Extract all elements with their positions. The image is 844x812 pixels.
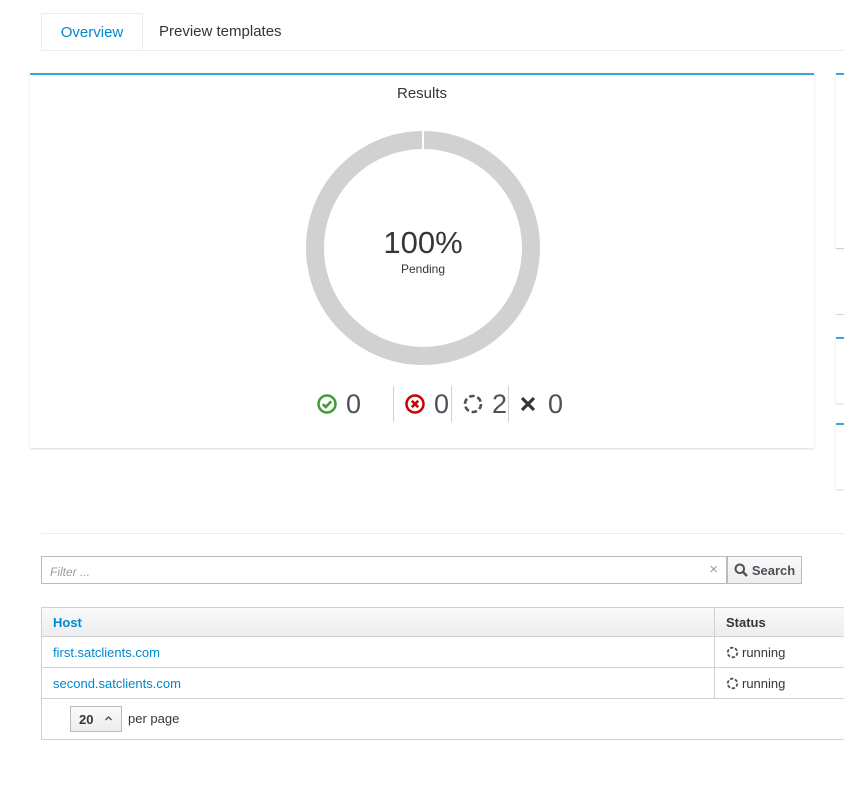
table-row: second.satclients.com running: [42, 668, 844, 699]
host-cell: first.satclients.com: [42, 637, 715, 667]
section-divider: [41, 533, 844, 534]
status-cell: running: [715, 637, 844, 667]
pagination-bar: 20 per page: [42, 699, 844, 740]
ok-circle-icon: [317, 394, 337, 414]
table-header: Host Status: [42, 607, 844, 637]
side-card: [836, 73, 844, 248]
status-text: running: [742, 675, 786, 691]
spinner-icon: [726, 646, 739, 658]
tab-preview-templates[interactable]: Preview templates: [143, 13, 298, 50]
search-button-label: Search: [751, 562, 796, 578]
clear-filter-icon[interactable]: ×: [709, 561, 718, 578]
spinner-icon: [463, 394, 483, 414]
filter-input[interactable]: [48, 562, 692, 582]
host-link[interactable]: first.satclients.com: [53, 645, 160, 660]
hosts-table: Host Status first.satclients.com running…: [41, 607, 844, 740]
filter-box: ×: [41, 556, 727, 584]
tab-bar: Overview Preview templates: [41, 13, 844, 51]
status-cell: running: [715, 668, 844, 698]
cancelled-count[interactable]: 0: [519, 386, 563, 422]
count-divider: [393, 386, 394, 422]
spinner-icon: [726, 677, 739, 689]
host-cell: second.satclients.com: [42, 668, 715, 698]
status-indicator: running: [726, 645, 785, 660]
status-text: running: [742, 644, 786, 660]
column-header-status: Status: [726, 614, 766, 630]
side-divider: [836, 248, 844, 249]
donut-percent: 100%: [383, 225, 463, 260]
pending-count-value: 2: [492, 388, 508, 419]
success-count[interactable]: 0: [316, 386, 361, 422]
host-link[interactable]: second.satclients.com: [53, 676, 181, 691]
results-card: Results 100% Pending 0 0 2 0: [30, 73, 814, 448]
close-icon: [520, 396, 536, 412]
pending-count[interactable]: 2: [462, 386, 507, 422]
failed-count[interactable]: 0: [404, 386, 449, 422]
results-title: Results: [396, 85, 448, 102]
table-row: first.satclients.com running: [42, 637, 844, 668]
side-card: [836, 337, 844, 403]
search-icon: [734, 563, 748, 577]
side-card: [836, 423, 844, 489]
per-page-label: per page: [128, 711, 180, 726]
error-circle-icon: [405, 394, 425, 414]
search-button[interactable]: Search: [727, 556, 802, 584]
count-divider: [451, 386, 452, 422]
side-divider: [836, 314, 844, 315]
tab-overview[interactable]: Overview: [41, 13, 143, 50]
status-indicator: running: [726, 676, 785, 691]
success-count-value: 0: [346, 388, 362, 419]
count-divider: [508, 386, 509, 422]
column-header-host[interactable]: Host: [42, 608, 715, 636]
per-page-select[interactable]: 20: [70, 706, 122, 732]
donut-status-label: Pending: [400, 262, 446, 276]
chevron-up-icon: [105, 716, 112, 721]
cancelled-count-value: 0: [548, 388, 564, 419]
per-page-value: 20: [79, 712, 94, 727]
failed-count-value: 0: [434, 388, 450, 419]
